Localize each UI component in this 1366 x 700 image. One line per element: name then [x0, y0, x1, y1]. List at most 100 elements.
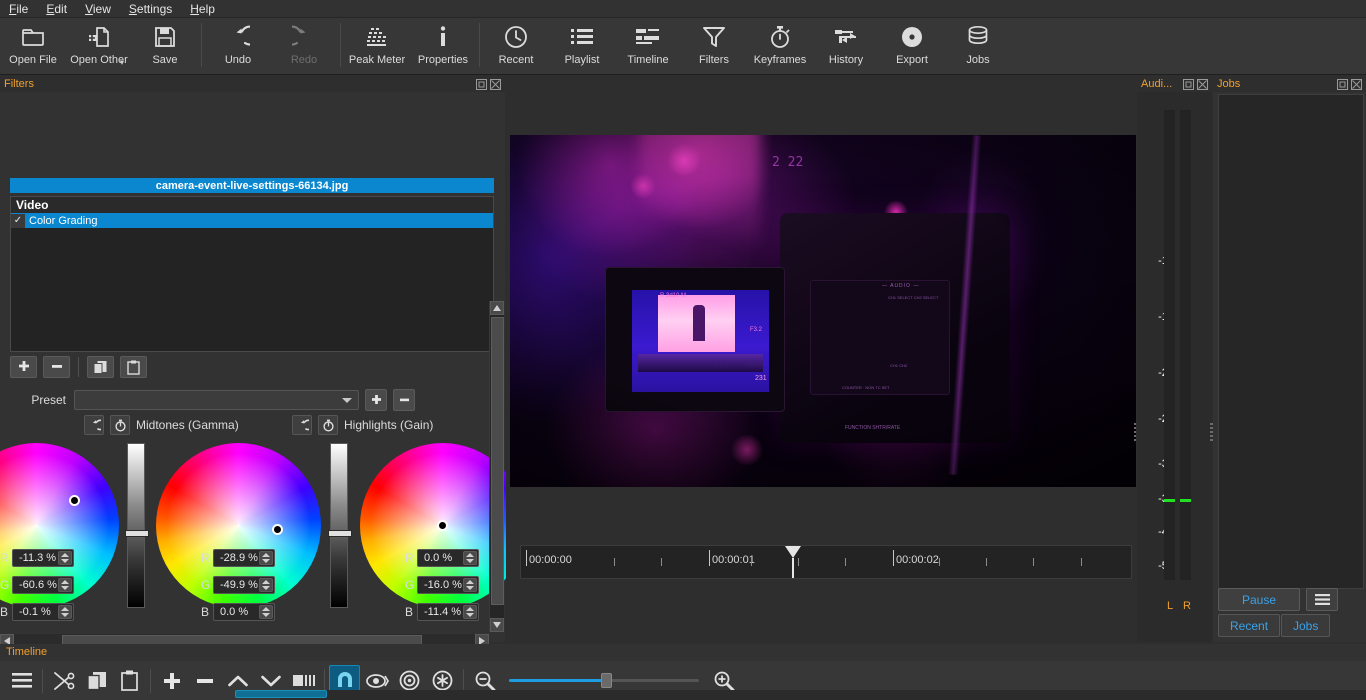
menu-item-file[interactable]: File: [0, 0, 37, 18]
menu-item-settings[interactable]: Settings: [120, 0, 181, 18]
spinbox-r-highlights[interactable]: 0.0 %: [417, 549, 479, 567]
close-x-icon[interactable]: [1197, 78, 1208, 90]
spinbox-b-shadows[interactable]: -0.1 %: [12, 603, 74, 621]
video-vignette: [510, 135, 1136, 487]
float-window-icon[interactable]: [1183, 78, 1194, 90]
toolbar-button-keyframes[interactable]: Keyframes: [747, 18, 813, 73]
menu-item-edit[interactable]: Edit: [37, 0, 76, 18]
spinbox-g-shadows[interactable]: -60.6 %: [12, 576, 74, 594]
spinner-arrows-r-highlights[interactable]: [463, 551, 477, 565]
player-scrub-ruler[interactable]: 00:00:00 00:00:01 00:00:02: [520, 545, 1132, 579]
stopwatch-keyframe-icon-midtones[interactable]: [318, 415, 338, 435]
timeline-zoom-slider[interactable]: [509, 671, 699, 691]
paste-button[interactable]: [113, 664, 146, 697]
add-filter-button[interactable]: [10, 356, 37, 378]
paste-icon: [121, 670, 138, 691]
spinner-arrows-r-shadows[interactable]: [58, 551, 72, 565]
preset-combo[interactable]: [74, 390, 359, 410]
jobs-menu-button[interactable]: [1306, 588, 1338, 611]
color-wheel-dot-midtones[interactable]: [272, 524, 283, 535]
float-window-icon[interactable]: [1337, 78, 1348, 90]
toolbar-button-undo[interactable]: Undo: [205, 18, 271, 73]
timeline-clip[interactable]: [235, 690, 327, 698]
brightness-slider-thumb-midtones[interactable]: [328, 530, 352, 537]
audio-meter-bar-left: [1164, 110, 1175, 580]
splitter-grip-jobs[interactable]: [1210, 421, 1214, 443]
spinbox-r-midtones[interactable]: -28.9 %: [213, 549, 275, 567]
shadows-r-field: R -11.3 %: [0, 549, 74, 567]
reset-arrow-icon-midtones[interactable]: [292, 415, 312, 435]
brightness-slider-thumb-shadows[interactable]: [125, 530, 149, 537]
toolbar-button-open-file[interactable]: Open File: [0, 18, 66, 73]
pause-jobs-button[interactable]: Pause: [1218, 588, 1300, 611]
toolbar-button-peak-meter[interactable]: Peak Meter: [344, 18, 410, 73]
spinner-arrows-b-shadows[interactable]: [58, 605, 72, 619]
playhead-marker[interactable]: [785, 546, 801, 558]
append-button[interactable]: [155, 664, 188, 697]
spinbox-b-midtones[interactable]: 0.0 %: [213, 603, 275, 621]
close-x-icon[interactable]: [490, 78, 501, 90]
spinner-arrows-g-highlights[interactable]: [463, 578, 477, 592]
brightness-slider-midtones[interactable]: [328, 443, 352, 608]
splitter-grip-audio-left[interactable]: [1133, 421, 1137, 443]
spinbox-g-midtones[interactable]: -49.9 %: [213, 576, 275, 594]
video-preview[interactable]: — AUDIO — CH1 SELECT CH2 SELECT CH1 CH2 …: [510, 135, 1136, 487]
filters-panel-title: Filters: [4, 78, 34, 90]
timeline-menu-button[interactable]: [5, 664, 38, 697]
delete-preset-button[interactable]: [393, 389, 415, 411]
spinbox-b-highlights[interactable]: -11.4 %: [417, 603, 479, 621]
toolbar-button-filters[interactable]: Filters: [681, 18, 747, 73]
chevron-down-icon: [342, 398, 352, 403]
toolbar-button-open-other[interactable]: Open Other ▾: [66, 18, 132, 73]
save-preset-button[interactable]: [365, 389, 387, 411]
toolbar-button-properties[interactable]: Properties: [410, 18, 476, 73]
paste-filters-button[interactable]: [120, 356, 147, 378]
list-item[interactable]: ✓ Color Grading: [11, 213, 493, 228]
spinner-arrows-g-shadows[interactable]: [58, 578, 72, 592]
scroll-up-arrow[interactable]: [490, 301, 504, 315]
shadows-b-field: B -0.1 %: [0, 603, 74, 621]
spinner-arrows-r-midtones[interactable]: [259, 551, 273, 565]
spinbox-r-shadows[interactable]: -11.3 %: [12, 549, 74, 567]
close-x-icon[interactable]: [1351, 78, 1362, 90]
tab-jobs[interactable]: Jobs: [1281, 614, 1331, 637]
zoom-slider-thumb[interactable]: [601, 673, 612, 688]
float-window-icon[interactable]: [476, 78, 487, 90]
reset-arrow-icon-shadows[interactable]: [84, 415, 104, 435]
scrollbar-thumb[interactable]: [491, 317, 504, 605]
color-wheel-dot-shadows[interactable]: [69, 495, 80, 506]
toolbar-button-export[interactable]: Export: [879, 18, 945, 73]
toolbar-button-history[interactable]: History: [813, 18, 879, 73]
zoom-out-icon: [475, 671, 495, 691]
spinner-arrows-b-midtones[interactable]: [259, 605, 273, 619]
jobs-list[interactable]: [1218, 94, 1364, 589]
spinbox-g-highlights[interactable]: -16.0 %: [417, 576, 479, 594]
remove-filter-button[interactable]: [43, 356, 70, 378]
toolbar-button-jobs[interactable]: Jobs: [945, 18, 1011, 73]
shadows-g-field: G -60.6 %: [0, 576, 74, 594]
copy-button[interactable]: [80, 664, 113, 697]
color-wheel-dot-highlights[interactable]: [437, 520, 448, 531]
filter-enabled-checkbox[interactable]: ✓: [11, 213, 25, 228]
filter-list[interactable]: Video ✓ Color Grading: [10, 196, 494, 352]
toolbar-button-save[interactable]: Save: [132, 18, 198, 73]
copy-filters-button[interactable]: [87, 356, 114, 378]
timeline-track-strip[interactable]: [235, 690, 1366, 700]
ripple-delete-button[interactable]: [188, 664, 221, 697]
cut-button[interactable]: [47, 664, 80, 697]
stopwatch-keyframe-icon-shadows[interactable]: [110, 415, 130, 435]
toolbar-button-playlist[interactable]: Playlist: [549, 18, 615, 73]
toolbar-button-recent[interactable]: Recent: [483, 18, 549, 73]
tab-recent[interactable]: Recent: [1218, 614, 1281, 637]
filters-vertical-scrollbar[interactable]: [489, 301, 504, 632]
toolbar-button-timeline[interactable]: Timeline: [615, 18, 681, 73]
scroll-down-arrow[interactable]: [490, 618, 504, 632]
menu-item-help[interactable]: Help: [181, 0, 224, 18]
brightness-slider-shadows[interactable]: [125, 443, 149, 608]
toolbar-button-redo[interactable]: Redo: [271, 18, 337, 73]
asterisk-circle-icon: [432, 670, 453, 691]
spinner-arrows-g-midtones[interactable]: [259, 578, 273, 592]
menu-item-view[interactable]: View: [76, 0, 120, 18]
chevron-up-icon: [227, 675, 248, 686]
spinner-arrows-b-highlights[interactable]: [463, 605, 477, 619]
